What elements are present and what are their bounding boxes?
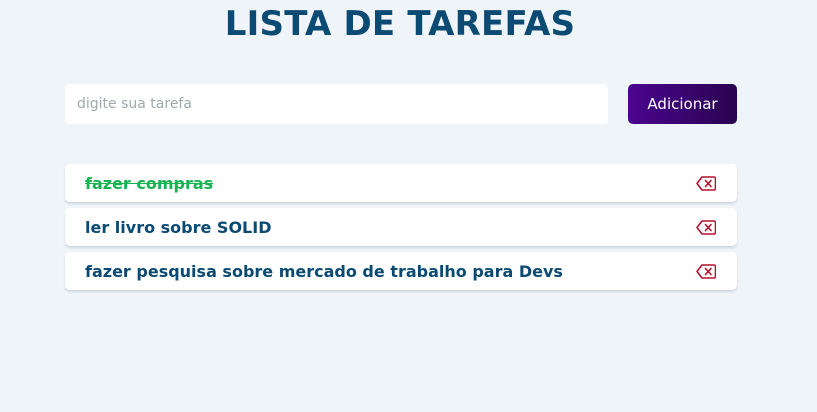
task-item: fazer compras bbox=[65, 164, 737, 202]
page-title: LISTA DE TAREFAS bbox=[224, 4, 576, 44]
task-input[interactable] bbox=[65, 84, 608, 124]
task-label[interactable]: fazer compras bbox=[85, 174, 213, 193]
task-item: fazer pesquisa sobre mercado de trabalho… bbox=[65, 252, 737, 290]
task-label[interactable]: fazer pesquisa sobre mercado de trabalho… bbox=[85, 262, 563, 281]
backspace-icon[interactable] bbox=[695, 219, 717, 235]
task-item: ler livro sobre SOLID bbox=[65, 208, 737, 246]
task-list: fazer compras ler livro sobre SOLID faze… bbox=[65, 164, 737, 296]
backspace-icon[interactable] bbox=[695, 175, 717, 191]
add-button[interactable]: Adicionar bbox=[628, 84, 737, 124]
backspace-icon[interactable] bbox=[695, 263, 717, 279]
task-label[interactable]: ler livro sobre SOLID bbox=[85, 218, 271, 237]
